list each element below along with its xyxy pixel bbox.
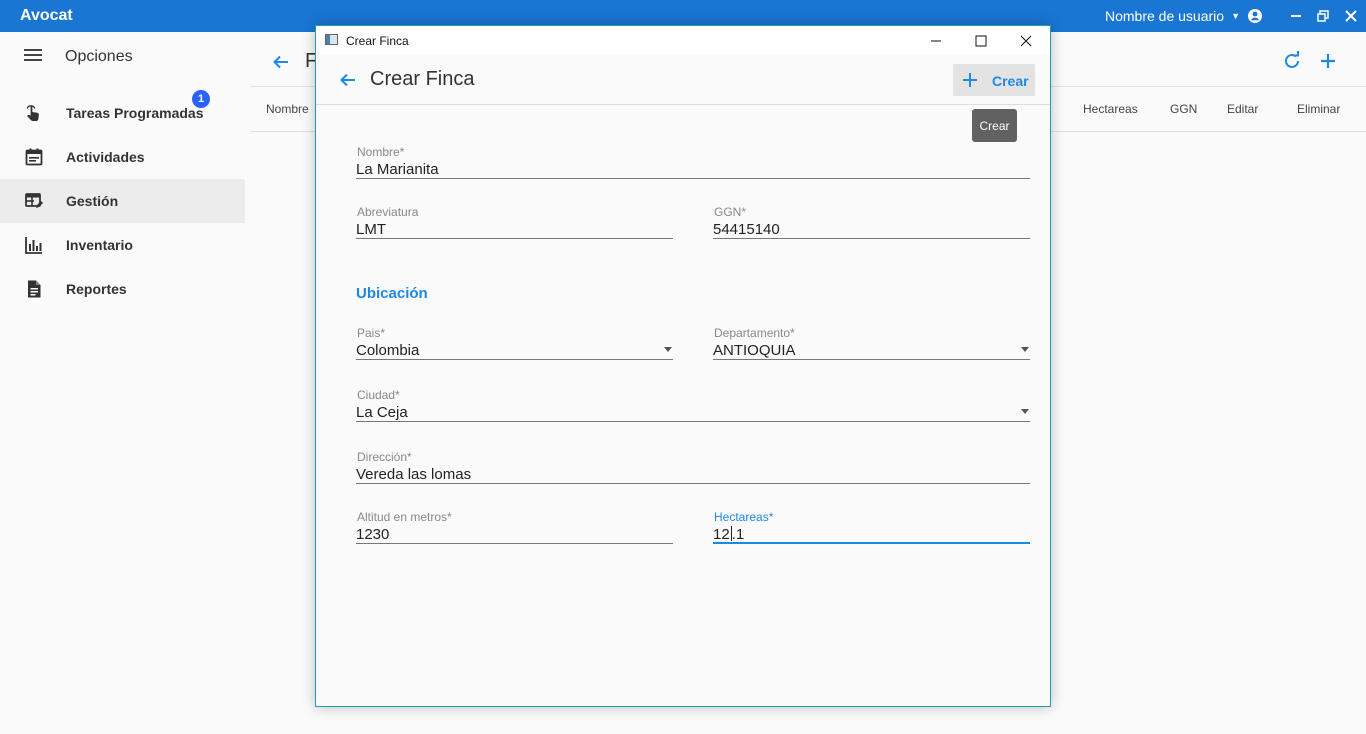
dropdown-arrow-icon (1021, 347, 1029, 352)
field-label: Altitud en metros* (357, 510, 452, 524)
field-value: 1230 (356, 526, 390, 543)
sidebar: Opciones Tareas Programadas 1 Actividade… (0, 32, 245, 734)
ggn-field[interactable]: GGN* 54415140 (713, 205, 1030, 239)
field-value: Colombia (356, 342, 420, 359)
account-circle-icon (1247, 9, 1262, 23)
field-label: Ciudad* (357, 388, 400, 402)
field-value: LMT (356, 221, 386, 238)
minimize-icon[interactable] (925, 30, 947, 52)
calendar-icon (24, 147, 44, 167)
crear-tooltip: Crear (972, 109, 1017, 142)
minimize-icon[interactable] (1286, 6, 1306, 26)
column-header[interactable]: GGN (1170, 102, 1197, 116)
field-label: GGN* (714, 205, 747, 219)
sidebar-header: Opciones (0, 32, 245, 80)
window-title: Crear Finca (346, 34, 409, 48)
field-label: Nombre* (357, 145, 405, 159)
column-header[interactable]: Eliminar (1297, 102, 1340, 116)
column-header[interactable]: Nombre (266, 102, 309, 116)
window-titlebar: Crear Finca (316, 26, 1050, 55)
departamento-select[interactable]: Departamento* ANTIOQUIA (713, 326, 1030, 360)
sidebar-item-label: Actividades (66, 149, 145, 165)
refresh-icon[interactable] (1282, 51, 1302, 76)
sidebar-item-label: Inventario (66, 237, 133, 253)
column-header[interactable]: Hectareas (1083, 102, 1138, 116)
ciudad-select[interactable]: Ciudad* La Ceja (356, 388, 1030, 422)
crear-button-label: Crear (992, 73, 1029, 89)
field-label: Abreviatura (357, 205, 419, 219)
dialog-title: Crear Finca (370, 68, 475, 90)
touch-hand-icon (24, 103, 44, 123)
table-edit-icon (24, 191, 44, 211)
user-menu[interactable]: Nombre de usuario ▼ (1105, 8, 1263, 24)
dropdown-arrow-icon (1021, 409, 1029, 414)
field-label: Hectareas* (714, 510, 774, 524)
sidebar-item-actividades[interactable]: Actividades (0, 135, 245, 179)
hamburger-menu-icon[interactable] (24, 48, 42, 67)
caret-down-icon: ▼ (1231, 11, 1240, 21)
field-value-after-caret: .1 (731, 526, 745, 543)
close-icon[interactable] (1341, 6, 1361, 26)
sidebar-item-label: Gestión (66, 193, 119, 209)
document-icon (24, 279, 44, 299)
sidebar-item-reportes[interactable]: Reportes (0, 267, 245, 311)
section-title-ubicacion: Ubicación (356, 285, 428, 302)
field-value: La Ceja (356, 404, 408, 421)
crear-button[interactable]: Crear (953, 64, 1035, 96)
back-arrow-icon[interactable] (338, 70, 358, 95)
restore-icon[interactable] (1313, 6, 1333, 26)
sidebar-item-label: Reportes (66, 281, 127, 297)
altitud-field[interactable]: Altitud en metros* 1230 (356, 510, 673, 544)
close-icon[interactable] (1015, 30, 1037, 52)
nombre-field[interactable]: Nombre* La Marianita (356, 145, 1030, 179)
field-label: Pais* (357, 326, 386, 340)
field-label: Departamento* (714, 326, 795, 340)
abreviatura-field[interactable]: Abreviatura LMT (356, 205, 673, 239)
field-value-before-caret: 12 (713, 526, 730, 543)
maximize-icon[interactable] (970, 30, 992, 52)
sidebar-title: Opciones (65, 48, 133, 65)
dialog-header: Crear Finca Crear (316, 55, 1050, 105)
sidebar-item-gestion[interactable]: Gestión (0, 179, 245, 223)
field-value: 12.1 (713, 526, 744, 543)
app-title: Avocat (20, 7, 73, 24)
field-value: ANTIOQUIA (713, 342, 796, 359)
field-value: 54415140 (713, 221, 780, 238)
add-icon (961, 71, 979, 94)
hectareas-field[interactable]: Hectareas* 12.1 (713, 510, 1030, 544)
pais-select[interactable]: Pais* Colombia (356, 326, 673, 360)
column-header[interactable]: Editar (1227, 102, 1258, 116)
add-icon[interactable] (1318, 51, 1338, 76)
notification-badge: 1 (192, 90, 210, 108)
back-arrow-icon[interactable] (271, 52, 291, 77)
field-value: La Marianita (356, 161, 439, 178)
sidebar-item-label: Tareas Programadas (66, 105, 204, 121)
dropdown-arrow-icon (664, 347, 672, 352)
field-value: Vereda las lomas (356, 466, 472, 483)
user-name-label: Nombre de usuario (1105, 8, 1225, 24)
sidebar-item-inventario[interactable]: Inventario (0, 223, 245, 267)
bar-chart-icon (24, 235, 44, 255)
direccion-field[interactable]: Dirección* Vereda las lomas (356, 450, 1030, 484)
crear-finca-dialog: Crear Finca Crear Finca Crear Crear Nomb… (315, 25, 1051, 707)
field-label: Dirección* (357, 450, 412, 464)
window-app-icon (325, 34, 338, 45)
